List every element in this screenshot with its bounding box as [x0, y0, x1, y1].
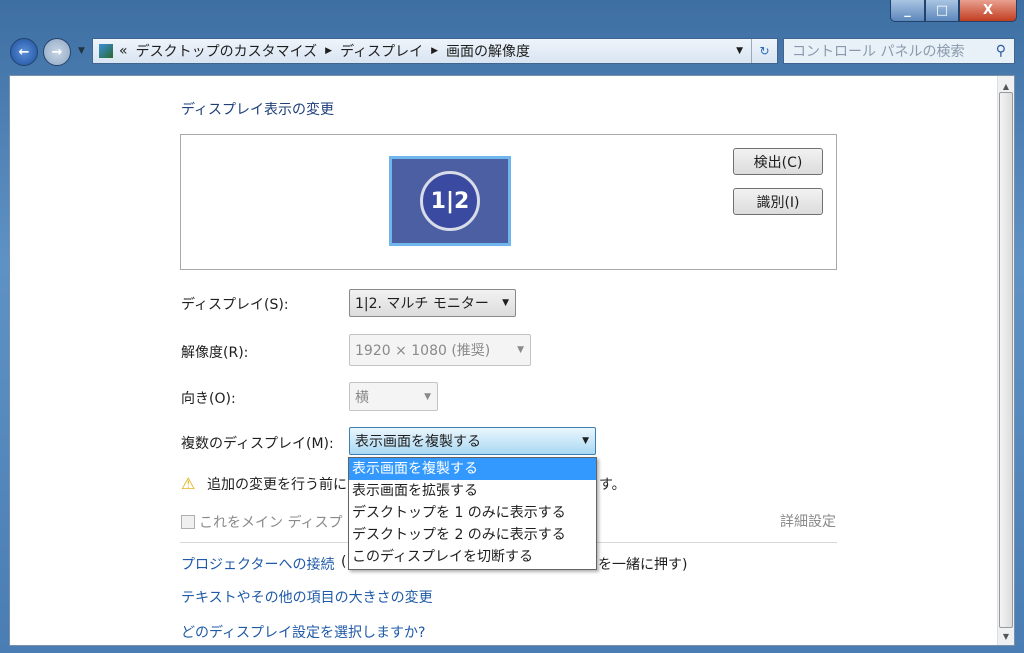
warning-text-end: す。	[599, 477, 626, 493]
chevron-down-icon: ▼	[502, 298, 509, 308]
scrollbar-thumb[interactable]	[999, 92, 1013, 628]
search-icon[interactable]: ⚲	[996, 43, 1006, 59]
monitor-number: 1|2	[420, 171, 480, 231]
multiple-displays-value: 表示画面を複製する	[355, 434, 481, 450]
orientation-label: 向き(O):	[181, 391, 236, 407]
warning-text-start: 追加の変更を行う前に	[207, 477, 347, 493]
breadcrumb-2[interactable]: ディスプレイ	[340, 41, 423, 61]
chevron-down-icon: ▼	[582, 436, 589, 446]
multiple-displays-label: 複数のディスプレイ(M):	[181, 436, 334, 452]
orientation-value: 横	[355, 389, 369, 406]
advanced-settings-link[interactable]: 詳細設定	[780, 511, 836, 531]
control-panel-icon	[99, 44, 113, 58]
main-display-label: これをメイン ディスプ	[199, 515, 343, 531]
resolution-label: 解像度(R):	[181, 345, 249, 361]
window-controls: _ □ X	[890, 0, 1022, 24]
chevron-right-icon[interactable]: ▶	[431, 46, 438, 56]
breadcrumb-1[interactable]: デスクトップのカスタマイズ	[136, 41, 318, 61]
warning-icon: ⚠	[181, 474, 196, 493]
menu-item-disconnect[interactable]: このディスプレイを切断する	[349, 546, 596, 568]
identify-button[interactable]: 識別(I)	[733, 188, 823, 215]
connect-projector-link[interactable]: プロジェクターへの接続	[181, 554, 334, 574]
search-input[interactable]: コントロール パネルの検索 ⚲	[783, 38, 1015, 64]
chevron-right-icon[interactable]: ▶	[325, 46, 332, 56]
menu-item-extend[interactable]: 表示画面を拡張する	[349, 480, 596, 502]
minimize-button[interactable]: _	[890, 0, 925, 22]
address-dropdown-icon[interactable]: ▼	[736, 46, 743, 56]
address-bar[interactable]: « デスクトップのカスタマイズ ▶ ディスプレイ ▶ 画面の解像度 ▼ ↻	[92, 38, 778, 64]
scroll-up-icon[interactable]: ▲	[998, 82, 1014, 91]
display-label: ディスプレイ(S):	[181, 297, 289, 313]
address-prefix[interactable]: «	[119, 43, 128, 59]
projector-hint-start: (	[341, 554, 347, 570]
refresh-icon[interactable]: ↻	[751, 39, 777, 63]
vertical-scrollbar[interactable]: ▲ ▼	[997, 76, 1014, 645]
which-settings-link[interactable]: どのディスプレイ設定を選択しますか?	[181, 622, 425, 642]
navigation-buttons: ← → ▼	[10, 38, 90, 68]
text-size-link[interactable]: テキストやその他の項目の大きさの変更	[181, 587, 433, 607]
menu-item-only-2[interactable]: デスクトップを 2 のみに表示する	[349, 524, 596, 546]
menu-item-duplicate[interactable]: 表示画面を複製する	[349, 458, 596, 480]
resolution-value: 1920 × 1080 (推奨)	[355, 343, 491, 359]
detect-button[interactable]: 検出(C)	[733, 148, 823, 175]
close-button[interactable]: X	[959, 0, 1017, 22]
multiple-displays-select[interactable]: 表示画面を複製する ▼	[349, 427, 596, 455]
recent-pages-dropdown-icon[interactable]: ▼	[78, 46, 85, 56]
page-title: ディスプレイ表示の変更	[181, 102, 335, 118]
display-value: 1|2. マルチ モニター	[355, 296, 489, 312]
back-button[interactable]: ←	[10, 38, 38, 66]
menu-item-only-1[interactable]: デスクトップを 1 のみに表示する	[349, 502, 596, 524]
maximize-button[interactable]: □	[925, 0, 959, 22]
chevron-down-icon: ▼	[424, 391, 431, 402]
main-display-checkbox[interactable]	[181, 515, 195, 529]
projector-hint-end: を一緒に押す)	[598, 557, 688, 573]
display-select[interactable]: 1|2. マルチ モニター ▼	[349, 289, 516, 317]
resolution-select[interactable]: 1920 × 1080 (推奨) ▼	[349, 334, 531, 366]
chevron-down-icon: ▼	[517, 345, 524, 355]
scroll-down-icon[interactable]: ▼	[998, 632, 1014, 641]
monitor-icon[interactable]: 1|2	[389, 156, 511, 246]
breadcrumb-3[interactable]: 画面の解像度	[446, 41, 530, 61]
forward-button[interactable]: →	[43, 38, 71, 66]
orientation-select[interactable]: 横 ▼	[349, 382, 438, 411]
multiple-displays-dropdown-menu: 表示画面を複製する 表示画面を拡張する デスクトップを 1 のみに表示する デス…	[348, 457, 597, 570]
search-placeholder: コントロール パネルの検索	[792, 44, 965, 60]
